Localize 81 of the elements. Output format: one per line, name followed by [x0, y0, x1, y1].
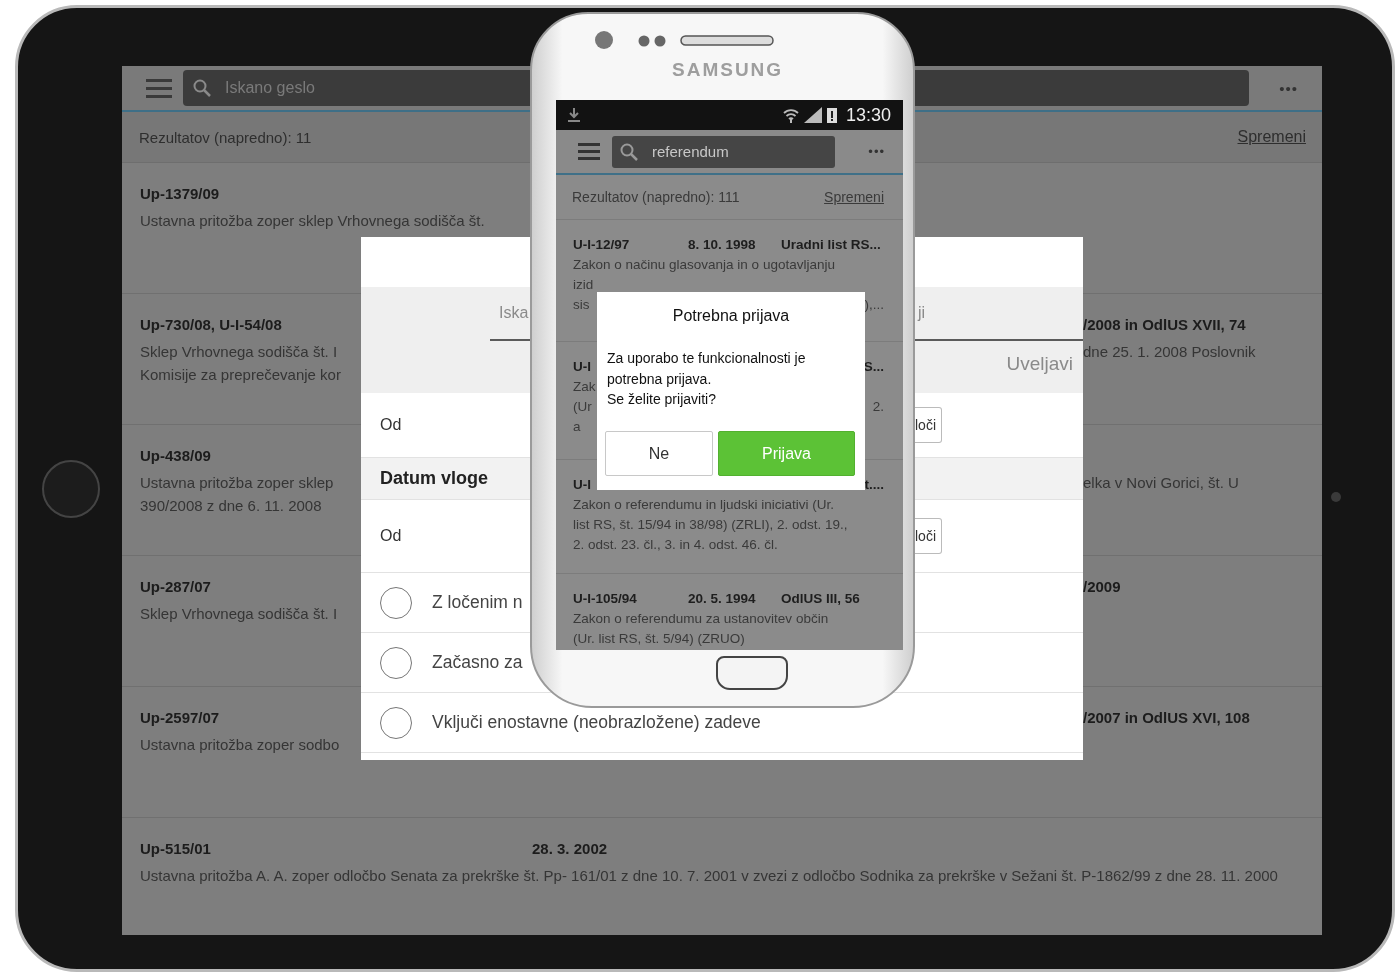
- description-text: Ustavna pritožba A. A. zoper odločbo Senata za prekrške št. Pp- 161/01 z dne 10. 7. 2001 v zvezi z odločbo Sodnika za prekrške v Sežani št. P-1862/99 z dne 28. 11. 2000: [140, 866, 1278, 886]
- more-button[interactable]: •••: [1279, 79, 1298, 97]
- search-field[interactable]: Iskano geslo: [225, 79, 505, 97]
- description-text: Ustavna pritožba zoper sklep Vrhovnega sodišča št.: [140, 211, 485, 231]
- description-text: Sklep Vrhovnega sodišča št. I: [140, 604, 338, 624]
- description-text: 2.: [872, 398, 884, 416]
- dialog-message: Za uporabo te funkcionalnosti je potrebna prijava.: [607, 349, 807, 389]
- description-text: list RS, št. 15/94 in 38/98) (ZRLI), 2. odst. 19.,: [573, 516, 849, 534]
- change-link[interactable]: Spremeni: [1237, 128, 1306, 146]
- source-text: /2009: [1083, 577, 1121, 597]
- dots-icon: [638, 35, 668, 47]
- case-number: Up-730/08, U-I-54/08: [140, 315, 282, 335]
- description-text: Zakon o referendumu za ustanovitev občin: [573, 610, 830, 628]
- field-label: Od: [380, 416, 402, 434]
- set-button[interactable]: loči: [915, 407, 942, 443]
- home-button[interactable]: [716, 656, 788, 690]
- search-icon: [193, 79, 211, 97]
- date-text: 20. 5. 1994: [688, 590, 757, 608]
- search-field[interactable]: referendum: [612, 135, 835, 168]
- date-text: 28. 3. 2002: [532, 839, 608, 859]
- date-text: 8. 10. 1998: [688, 236, 757, 254]
- description-text: izid: [573, 276, 594, 294]
- dialog-title: Potrebna prijava: [671, 306, 791, 326]
- description-text: 2. odst. 23. čl., 3. in 4. odst. 46. čl.: [573, 536, 779, 554]
- description-text: (Ur: [573, 398, 592, 416]
- wifi-icon: [782, 107, 799, 123]
- source-text: /2008 in OdlUS XVII, 74: [1083, 315, 1246, 335]
- placeholder-text: ji: [918, 304, 926, 322]
- menu-icon: [578, 143, 600, 160]
- apply-button[interactable]: Uveljavi: [1006, 353, 1073, 375]
- case-number: Up-438/09: [140, 446, 211, 466]
- case-number: Up-1379/09: [140, 184, 220, 204]
- brand-logo: SAMSUNG: [672, 59, 784, 81]
- description-text: (Ur. list RS, št. 5/94) (ZRUO): [573, 630, 746, 648]
- clock-text: 13:30: [845, 104, 891, 126]
- option-label: Vključi enostavne (neobrazložene) zadeve: [432, 712, 761, 733]
- case-number: U-I: [573, 358, 591, 376]
- results-count: Rezultatov (napredno): 11: [139, 128, 312, 146]
- description-text: elka v Novi Gorici, št. U: [1083, 473, 1239, 493]
- source-text: t....: [864, 476, 884, 494]
- dialog-message: Se želite prijaviti?: [607, 390, 717, 409]
- battery-icon: [826, 107, 837, 123]
- case-number: Up-2597/07: [140, 708, 220, 728]
- description-text: sis: [573, 296, 590, 314]
- case-number: U-I-12/97: [573, 236, 631, 254]
- case-number: Up-287/07: [140, 577, 211, 597]
- description-text: Zakon o načinu glasovanja in o ugotavljanju: [573, 256, 836, 274]
- search-icon: [620, 142, 638, 161]
- description-text: Komisije za preprečevanje kor: [140, 365, 341, 385]
- change-link[interactable]: Spremeni: [824, 189, 884, 205]
- section-heading: Datum vloge: [380, 468, 489, 489]
- placeholder-text: Iska: [499, 304, 529, 322]
- results-count: Rezultatov (napredno): 111: [572, 189, 740, 205]
- menu-icon: [146, 78, 172, 98]
- description-text: Zak: [573, 378, 596, 396]
- option-label: Začasno za: [432, 652, 523, 673]
- field-label: Od: [380, 527, 402, 545]
- source-text: S...: [863, 358, 884, 376]
- source-text: Uradni list RS...: [781, 236, 882, 254]
- description-text: Ustavna pritožba zoper sodbo: [140, 735, 340, 755]
- speaker-grille-icon: [680, 35, 774, 46]
- set-button[interactable]: loči: [915, 518, 942, 554]
- source-text: /2007 in OdlUS XVI, 108: [1083, 708, 1250, 728]
- description-text: Sklep Vrhovnega sodišča št. I: [140, 342, 338, 362]
- description-text: a: [573, 418, 581, 436]
- camera-icon: [1330, 491, 1342, 503]
- description-text: Zakon o referendumu in ljudski iniciativi (Ur.: [573, 496, 836, 514]
- case-number: U-I-105/94: [573, 590, 638, 608]
- download-icon: [568, 107, 580, 123]
- camera-icon: [594, 30, 614, 50]
- cancel-button[interactable]: Ne: [605, 431, 713, 476]
- description-text: Ustavna pritožba zoper sklep: [140, 473, 334, 493]
- login-button[interactable]: Prijava: [718, 431, 855, 476]
- case-number: U-I: [573, 476, 591, 494]
- description-text: 390/2008 z dne 6. 11. 2008: [140, 496, 322, 516]
- description-text: ),...: [864, 296, 884, 314]
- option-label: Z ločenim n: [432, 592, 523, 613]
- case-number: Up-515/01: [140, 839, 211, 859]
- description-text: dne 25. 1. 2008 Poslovnik: [1083, 342, 1256, 362]
- source-text: OdlUS III, 56: [781, 590, 861, 608]
- more-button[interactable]: •••: [868, 144, 885, 159]
